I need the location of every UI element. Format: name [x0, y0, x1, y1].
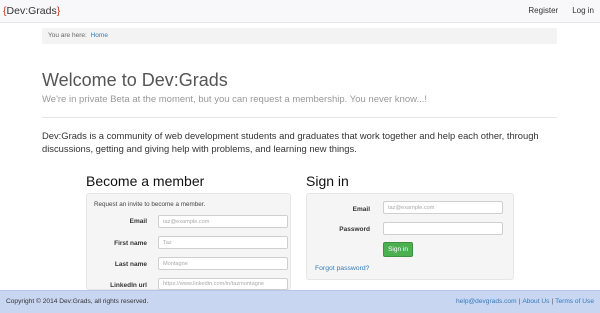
navbar: {Dev:Grads} Register Log in	[0, 0, 600, 23]
brand-text: Dev:Grads	[6, 5, 57, 17]
footer-separator: |	[518, 298, 521, 305]
signin-email-label: Email	[352, 206, 370, 213]
member-firstname-label: First name	[114, 240, 147, 247]
request-invite-note: Request an invite to become a member.	[94, 201, 206, 208]
breadcrumb-home-link[interactable]: Home	[91, 32, 108, 39]
member-lastname-input[interactable]	[158, 257, 288, 270]
breadcrumb-prefix: You are here:	[48, 32, 87, 39]
intro-text: Dev:Grads is a community of web developm…	[42, 130, 539, 154]
footer: Copyright © 2014 Dev:Grads, all rights r…	[0, 290, 600, 313]
become-member-title: Become a member	[86, 173, 205, 189]
member-email-label: Email	[129, 218, 147, 225]
member-email-input[interactable]	[158, 215, 288, 228]
divider	[42, 117, 557, 118]
sign-in-button[interactable]: Sign in	[383, 242, 413, 257]
nav-links: Register Log in	[528, 6, 594, 15]
brand-brace-close: }	[56, 5, 61, 17]
page-title: Welcome to Dev:Grads	[42, 70, 228, 90]
page-subtitle: We're in private Beta at the moment, but…	[42, 94, 428, 105]
terms-link[interactable]: Terms of Use	[555, 298, 594, 305]
register-link[interactable]: Register	[528, 6, 558, 15]
login-link[interactable]: Log in	[572, 6, 594, 15]
member-firstname-input[interactable]	[158, 236, 288, 249]
brand-logo[interactable]: {Dev:Grads}	[3, 5, 60, 17]
copyright-text: Copyright © 2014 Dev:Grads, all rights r…	[6, 298, 149, 305]
signin-email-input[interactable]	[383, 201, 503, 214]
about-us-link[interactable]: About Us	[522, 298, 549, 305]
member-linkedin-input[interactable]	[158, 278, 288, 290]
signin-password-input[interactable]	[383, 222, 503, 235]
signin-password-label: Password	[339, 226, 370, 233]
member-lastname-label: Last name	[114, 261, 147, 268]
footer-links: help@devgrads.com | About Us | Terms of Use	[456, 298, 594, 305]
help-email-link[interactable]: help@devgrads.com	[456, 298, 517, 305]
forgot-password-link[interactable]: Forgot password?	[315, 265, 369, 272]
footer-separator: |	[551, 298, 554, 305]
member-linkedin-label: LinkedIn url	[110, 282, 147, 289]
breadcrumb: You are here: Home	[42, 28, 557, 44]
sign-in-title: Sign in	[306, 173, 349, 189]
